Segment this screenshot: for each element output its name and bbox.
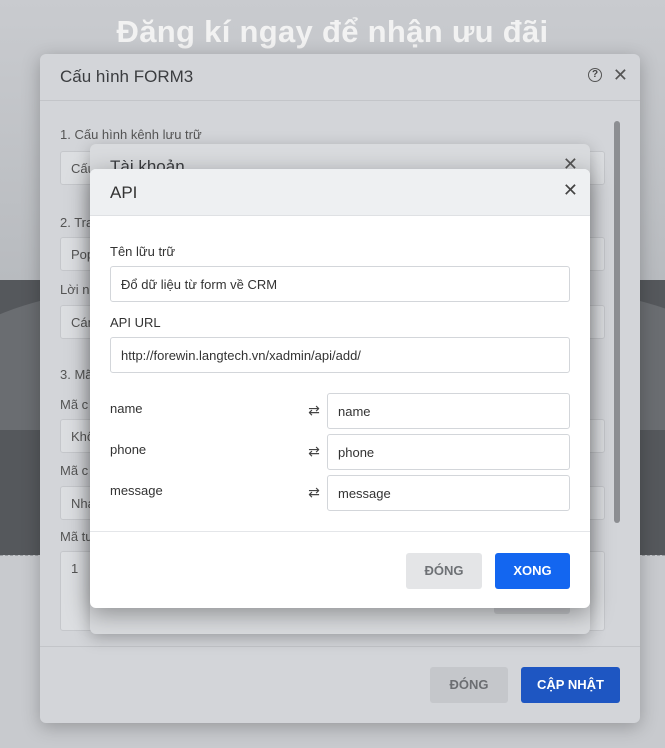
code-label-2: Mã c bbox=[60, 463, 89, 478]
api-modal-title: API bbox=[110, 183, 138, 202]
close-button[interactable]: ĐÓNG bbox=[406, 553, 482, 589]
storage-name-label: Tên lữu trữ bbox=[110, 244, 176, 259]
scrollbar[interactable] bbox=[614, 121, 620, 523]
mapping-input-message[interactable] bbox=[327, 475, 570, 511]
mapping-field-name: name bbox=[110, 401, 143, 416]
code-label-1: Mã c bbox=[60, 397, 89, 412]
close-icon[interactable]: ✕ bbox=[613, 65, 628, 86]
section3-label: 3. Mã bbox=[60, 367, 93, 382]
done-button[interactable]: XONG bbox=[495, 553, 570, 589]
cancel-button[interactable]: ĐÓNG bbox=[430, 667, 508, 703]
api-url-input[interactable] bbox=[110, 337, 570, 373]
code-line-number: 1 bbox=[71, 561, 79, 576]
message-label: Lời n bbox=[60, 282, 90, 297]
mapping-field-message: message bbox=[110, 483, 163, 498]
api-modal-header: API ✕ bbox=[90, 169, 590, 216]
api-url-label: API URL bbox=[110, 315, 161, 330]
swap-icon: ⇄ bbox=[308, 443, 320, 459]
section1-label: 1. Cấu hình kênh lưu trữ bbox=[60, 127, 202, 142]
swap-icon: ⇄ bbox=[308, 484, 320, 500]
update-button[interactable]: CẬP NHẬT bbox=[521, 667, 620, 703]
storage-name-input[interactable] bbox=[110, 266, 570, 302]
mapping-input-name[interactable] bbox=[327, 393, 570, 429]
background-headline: Đăng kí ngay để nhận ưu đãi bbox=[116, 14, 549, 49]
section2-label: 2. Tra bbox=[60, 215, 94, 230]
close-icon[interactable]: ✕ bbox=[563, 180, 578, 201]
api-modal-footer: ĐÓNG XONG bbox=[90, 531, 590, 608]
code-label-3: Mã tu bbox=[60, 529, 93, 544]
form-config-footer: ĐÓNG CẬP NHẬT bbox=[40, 646, 640, 723]
mapping-input-phone[interactable] bbox=[327, 434, 570, 470]
form-config-header: Cấu hình FORM3 ? ✕ bbox=[40, 54, 640, 101]
api-modal: API ✕ Tên lữu trữ API URL name ⇄ phone ⇄… bbox=[90, 169, 590, 608]
swap-icon: ⇄ bbox=[308, 402, 320, 418]
mapping-field-phone: phone bbox=[110, 442, 147, 457]
form-config-title: Cấu hình FORM3 bbox=[60, 67, 194, 86]
question-circle-icon[interactable]: ? bbox=[588, 68, 602, 82]
